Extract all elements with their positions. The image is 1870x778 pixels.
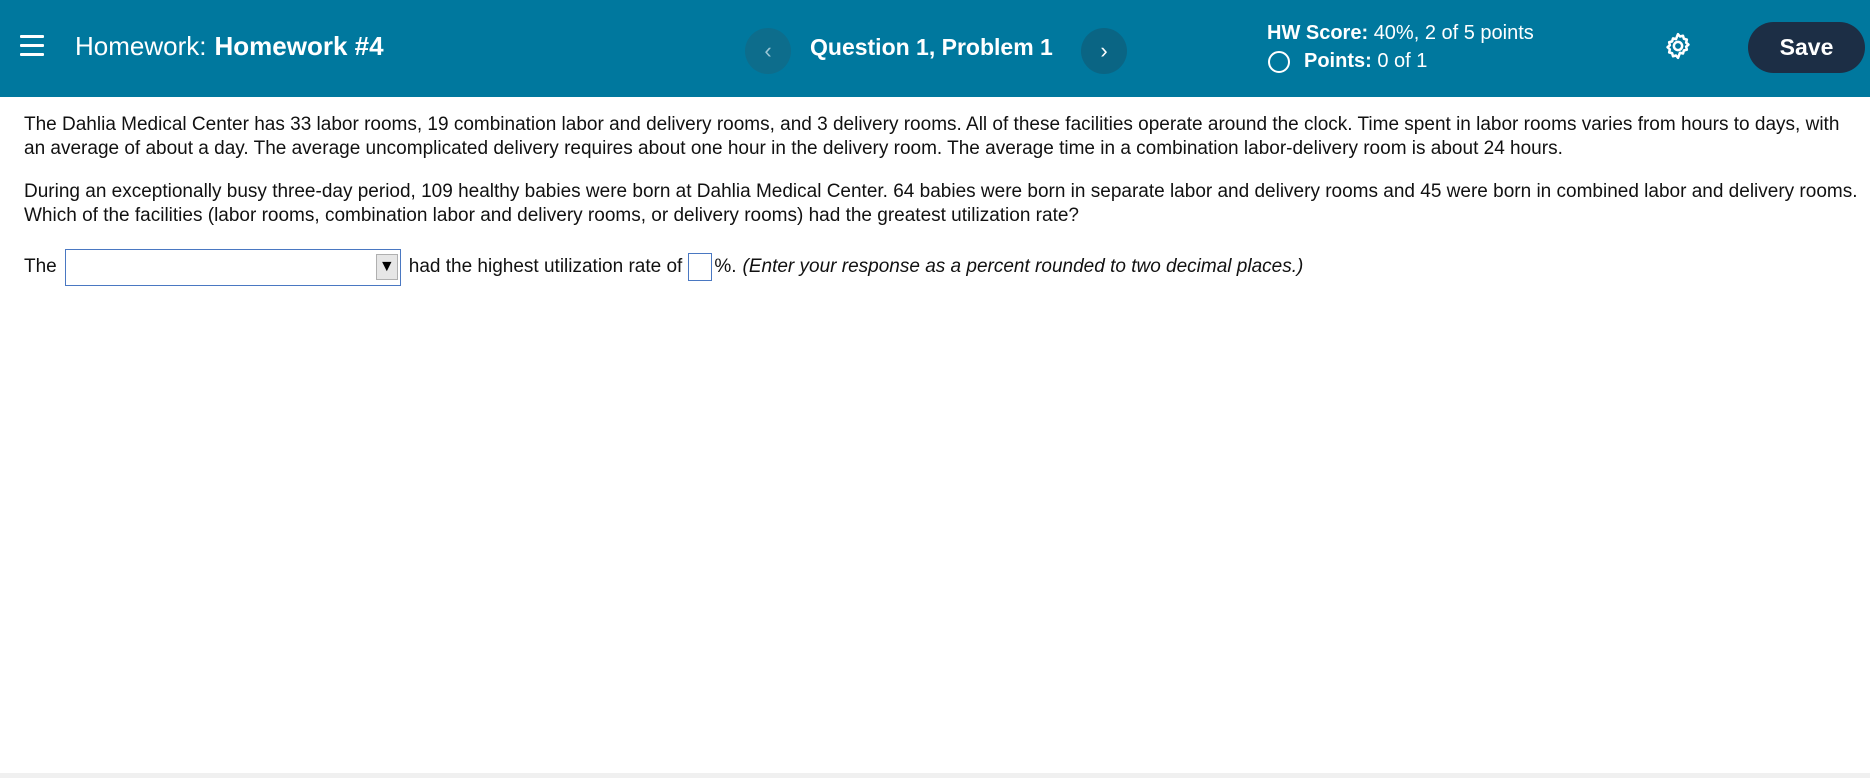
percent-sign: %.: [714, 256, 737, 277]
previous-question-button[interactable]: ‹: [745, 28, 791, 74]
bottom-divider: [0, 773, 1870, 778]
answer-prefix: The: [24, 256, 57, 277]
problem-statement: The Dahlia Medical Center has 33 labor r…: [24, 113, 1860, 247]
hw-score-label: HW Score:: [1267, 22, 1369, 44]
points-label: Points:: [1304, 49, 1372, 72]
chevron-left-icon: ‹: [764, 38, 772, 63]
points-status: Points: 0 of 1: [1268, 49, 1427, 73]
facility-dropdown[interactable]: ▼: [64, 248, 401, 286]
dropdown-arrow-icon[interactable]: ▼: [375, 253, 398, 280]
next-question-button[interactable]: ›: [1081, 28, 1127, 74]
answer-row: The ▼ had the highest utilization rate o…: [24, 248, 1303, 286]
homework-title: Homework: Homework #4: [75, 31, 384, 62]
answer-instruction: (Enter your response as a percent rounde…: [742, 256, 1304, 277]
gear-icon[interactable]: [1663, 31, 1693, 61]
homework-title-name: Homework #4: [214, 31, 384, 61]
hw-score: HW Score: 40%, 2 of 5 points: [1267, 22, 1534, 45]
hamburger-menu-icon[interactable]: [20, 33, 44, 59]
problem-paragraph-2: During an exceptionally busy three-day p…: [24, 181, 1858, 226]
save-button[interactable]: Save: [1748, 22, 1865, 73]
homework-title-prefix: Homework:: [75, 31, 207, 61]
answer-middle-text: had the highest utilization rate of: [408, 256, 683, 277]
chevron-right-icon: ›: [1100, 38, 1108, 63]
problem-paragraph-1: The Dahlia Medical Center has 33 labor r…: [24, 114, 1840, 159]
points-value: 0 of 1: [1377, 49, 1428, 72]
status-circle-icon: [1268, 51, 1290, 73]
utilization-percent-input[interactable]: [688, 253, 713, 281]
hw-score-value: 40%, 2 of 5 points: [1373, 22, 1534, 44]
top-bar: Homework: Homework #4 ‹ Question 1, Probl…: [0, 0, 1870, 97]
question-label: Question 1, Problem 1: [810, 34, 1053, 60]
